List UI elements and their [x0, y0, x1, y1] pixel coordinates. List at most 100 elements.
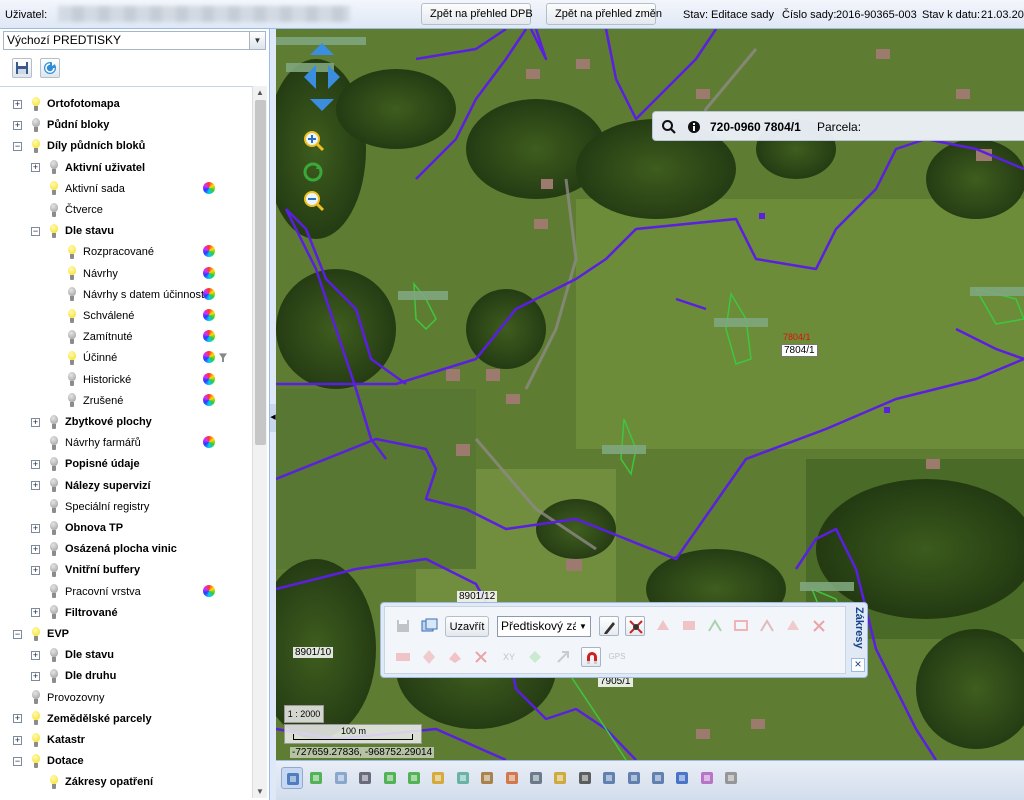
chevron-down-icon[interactable]: ▼ — [576, 617, 590, 636]
visibility-bulb-icon[interactable] — [49, 668, 59, 684]
zoom-refresh-icon[interactable] — [302, 161, 326, 185]
note-icon[interactable] — [549, 767, 571, 789]
drawing-type-select[interactable]: Předtiskový zá ▼ — [497, 616, 591, 637]
polygon-split-icon[interactable] — [731, 616, 751, 636]
visibility-bulb-icon[interactable] — [49, 456, 59, 472]
print-icon[interactable] — [598, 767, 620, 789]
polygon-add-icon[interactable] — [653, 616, 673, 636]
layer-tree-item[interactable]: + Osázená plocha vinic — [31, 540, 177, 558]
layer-tree-item[interactable]: + Zbytkové plochy — [31, 413, 152, 431]
visibility-bulb-icon[interactable] — [67, 372, 77, 387]
layer-tree-item[interactable]: + Aktivní uživatel — [31, 159, 145, 177]
layer-tree-item[interactable]: + Obnova TP — [31, 519, 123, 537]
visibility-bulb-icon[interactable] — [49, 499, 59, 514]
layer-tree-item[interactable]: Návrhy s datem účinnosti — [49, 286, 207, 304]
layer-tree-item[interactable]: − Díly půdních bloků — [13, 137, 145, 155]
visibility-bulb-icon[interactable] — [49, 435, 59, 451]
color-wheel-icon[interactable] — [203, 287, 215, 300]
visibility-bulb-icon[interactable] — [49, 160, 59, 175]
layer-tree-item[interactable]: Rozpracované — [49, 243, 154, 261]
expand-icon[interactable]: + — [13, 99, 22, 109]
layer-tree-item[interactable]: Návrhy — [49, 265, 118, 283]
draw-tool-icon[interactable] — [281, 767, 303, 789]
collapse-icon[interactable]: − — [31, 226, 40, 236]
layer-tree-item[interactable]: − Dle stavu — [31, 222, 114, 240]
back-to-changes-button[interactable]: Zpět na přehled změn — [546, 3, 662, 25]
layer-tree-item[interactable]: + Vnitřní buffery — [31, 561, 140, 579]
visibility-bulb-icon[interactable] — [67, 287, 77, 302]
save-button[interactable] — [12, 58, 32, 78]
color-wheel-icon[interactable] — [203, 266, 215, 279]
expand-icon[interactable]: + — [13, 714, 22, 724]
layer-tree-item[interactable]: Provozovny — [13, 689, 104, 707]
expand-icon[interactable]: + — [31, 163, 40, 173]
scroll-down-icon[interactable]: ▼ — [256, 787, 264, 796]
visibility-bulb-icon[interactable] — [49, 562, 59, 578]
layer-tree-item[interactable]: Pracovní vrstva — [31, 583, 141, 601]
layer-tree-item[interactable]: Historické — [49, 371, 131, 389]
visibility-bulb-icon[interactable] — [49, 414, 59, 430]
layer-tree-item[interactable]: Aktivní sada — [31, 180, 125, 198]
visibility-bulb-icon[interactable] — [49, 181, 59, 196]
merge-icon[interactable] — [757, 616, 777, 636]
save-icon[interactable] — [393, 616, 413, 636]
layer-tree-item[interactable]: + Půdní bloky — [13, 116, 109, 134]
layer-tree-item[interactable]: Návrhy farmářů — [31, 434, 141, 452]
visibility-bulb-icon[interactable] — [67, 329, 77, 345]
collapse-icon[interactable]: − — [13, 629, 22, 639]
layer-tree-item[interactable]: + Katastr — [13, 731, 85, 749]
color-wheel-icon[interactable] — [203, 436, 215, 449]
pan-right-icon[interactable] — [328, 65, 340, 89]
expand-icon[interactable]: + — [13, 120, 22, 130]
color-wheel-icon[interactable] — [203, 330, 215, 343]
gps-icon[interactable]: GPS — [607, 647, 627, 667]
visibility-bulb-icon[interactable] — [49, 584, 59, 599]
visibility-bulb-icon[interactable] — [49, 647, 59, 663]
layer-tree-item[interactable]: Zrušené — [49, 392, 123, 410]
pan-left-icon[interactable] — [304, 65, 316, 89]
color-wheel-icon[interactable] — [203, 181, 215, 194]
search-icon[interactable] — [661, 119, 677, 135]
color-wheel-icon[interactable] — [203, 372, 215, 385]
layer-tree-item[interactable]: + Nálezy supervizí — [31, 477, 151, 495]
visibility-bulb-icon[interactable] — [67, 350, 77, 366]
pan-down-icon[interactable] — [310, 99, 334, 111]
layer-tree-item[interactable]: Zákresy opatření — [31, 773, 153, 791]
visibility-bulb-icon[interactable] — [67, 266, 77, 281]
down-arrow-icon[interactable] — [403, 767, 425, 789]
expand-icon[interactable]: + — [31, 544, 40, 554]
layer-tree-item[interactable]: − Dotace — [13, 752, 84, 770]
visibility-bulb-icon[interactable] — [49, 774, 59, 790]
visibility-bulb-icon[interactable] — [31, 732, 41, 748]
back-to-dpb-button[interactable]: Zpět na přehled DPB — [421, 3, 533, 25]
layer-tree-item[interactable]: + Popisné údaje — [31, 455, 140, 473]
layer-tree-item[interactable]: Čtverce — [31, 201, 103, 219]
close-icon[interactable]: × — [851, 658, 865, 672]
visibility-bulb-icon[interactable] — [67, 393, 77, 408]
network-icon[interactable] — [671, 767, 693, 789]
preset-select[interactable]: Výchozí PREDTISKY ▼ — [3, 31, 266, 50]
pencil-ruler-icon[interactable] — [427, 767, 449, 789]
layer-tree-item[interactable]: Speciální registry — [31, 498, 149, 516]
pan-up-icon[interactable] — [310, 43, 334, 55]
info-icon[interactable] — [687, 120, 701, 134]
visibility-bulb-icon[interactable] — [49, 541, 59, 557]
visibility-bulb-icon[interactable] — [49, 202, 59, 218]
layer-tree-item[interactable]: + Zemědělské parcely — [13, 710, 152, 728]
visibility-bulb-icon[interactable] — [31, 711, 41, 726]
shift-icon[interactable] — [419, 647, 439, 667]
filter-icon[interactable] — [219, 353, 227, 363]
color-wheel-icon[interactable] — [203, 245, 215, 258]
expand-icon[interactable]: + — [31, 523, 40, 533]
visibility-bulb-icon[interactable] — [31, 117, 41, 133]
layer-tree-item[interactable]: Schválené — [49, 307, 134, 325]
scroll-up-icon[interactable]: ▲ — [256, 88, 264, 97]
layer-tree-item[interactable]: − EVP — [13, 625, 69, 643]
rectangle-icon[interactable] — [330, 767, 352, 789]
expand-icon[interactable]: + — [31, 565, 40, 575]
layers-icon[interactable] — [452, 767, 474, 789]
eraser-icon[interactable] — [445, 647, 465, 667]
visibility-bulb-icon[interactable] — [67, 308, 77, 324]
layer-tree-item[interactable]: + Ortofotomapa — [13, 95, 120, 113]
expand-icon[interactable]: + — [31, 417, 40, 427]
